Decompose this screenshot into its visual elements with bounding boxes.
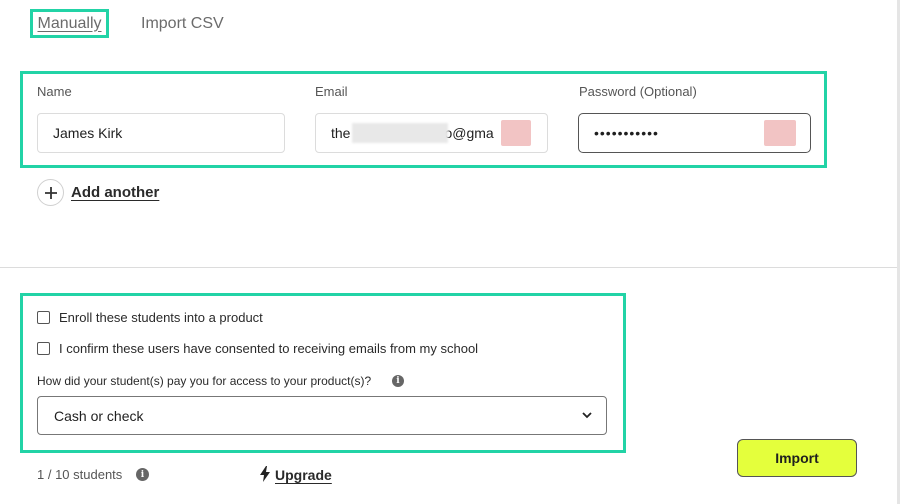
add-another-link[interactable]: Add another [71, 184, 159, 201]
enroll-checkbox[interactable] [37, 311, 50, 324]
student-count-info-icon[interactable]: i [136, 468, 149, 481]
password-value: ••••••••••• [594, 125, 659, 141]
email-label: Email [315, 84, 348, 99]
plus-icon [44, 186, 57, 199]
tab-manually[interactable]: Manually [30, 9, 109, 38]
email-redaction-mark [501, 120, 531, 146]
info-icon[interactable]: i [392, 375, 404, 387]
consent-checkbox[interactable] [37, 342, 50, 355]
name-value: James Kirk [53, 125, 123, 141]
password-label: Password (Optional) [579, 84, 697, 99]
bolt-icon [260, 466, 270, 482]
payment-method-select[interactable]: Cash or check [37, 396, 607, 435]
email-value-start: the [331, 125, 351, 141]
upgrade-link[interactable]: Upgrade [275, 467, 332, 483]
consent-label: I confirm these users have consented to … [59, 341, 479, 356]
enroll-label: Enroll these students into a product [59, 310, 263, 325]
add-another-button[interactable] [37, 179, 64, 206]
password-redaction-mark [764, 120, 796, 146]
section-divider [0, 267, 897, 268]
name-label: Name [37, 84, 72, 99]
payment-question: How did your student(s) pay you for acce… [37, 374, 372, 388]
import-button[interactable]: Import [737, 439, 857, 477]
payment-selected-value: Cash or check [54, 407, 144, 424]
name-field[interactable]: James Kirk [37, 113, 285, 153]
email-value-end: o@gma [444, 125, 494, 141]
email-redaction [352, 123, 448, 143]
chevron-down-icon [582, 412, 592, 419]
tab-import-csv[interactable]: Import CSV [141, 15, 224, 33]
student-count: 1 / 10 students [37, 467, 123, 482]
